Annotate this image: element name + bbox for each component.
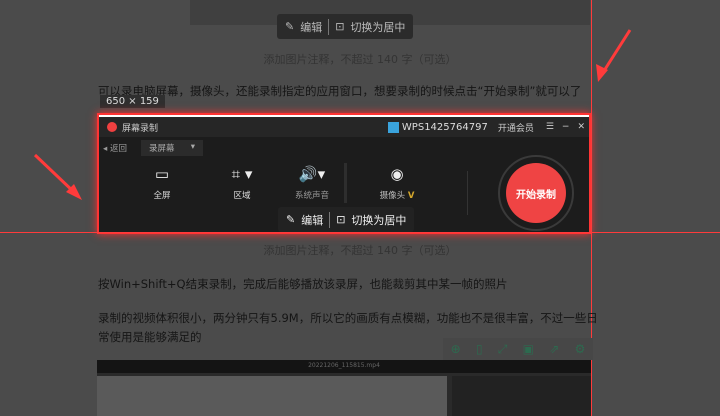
paragraph: 按Win+Shift+Q结束录制，完成后能够播放该录屏，也能裁剪其中某一帧的照片 [98, 277, 508, 291]
zoom-icon[interactable]: ⊕ [451, 342, 461, 356]
paragraph: 常使用是能够满足的 [98, 330, 202, 344]
paragraph: 录制的视频体积很小，两分钟只有5.9M，所以它的画质有点模糊，功能也不是很丰富，… [98, 311, 598, 325]
sidebar-preview [452, 376, 591, 416]
video-screenshot: 20221206_115815.mp4 [97, 360, 591, 416]
annotation-arrows [33, 29, 632, 200]
gear-icon[interactable]: ⚙ [575, 342, 586, 356]
image-actions-toolbar: ⊕ ▯ ⤢ ▣ ⇗ ⚙ [443, 338, 593, 360]
arrow-icon [33, 153, 82, 200]
phone-icon[interactable]: ▯ [476, 342, 483, 356]
arrow-icon [596, 29, 632, 82]
expand-icon[interactable]: ⤢ [498, 342, 508, 357]
monitor-icon[interactable]: ▣ [523, 342, 534, 356]
image-caption[interactable]: 添加图片注释，不超过 140 字（可选） [0, 242, 720, 258]
share-icon[interactable]: ⇗ [549, 342, 559, 356]
document-preview [97, 376, 447, 416]
video-titlebar: 20221206_115815.mp4 [97, 360, 591, 373]
video-title: 20221206_115815.mp4 [308, 362, 380, 369]
